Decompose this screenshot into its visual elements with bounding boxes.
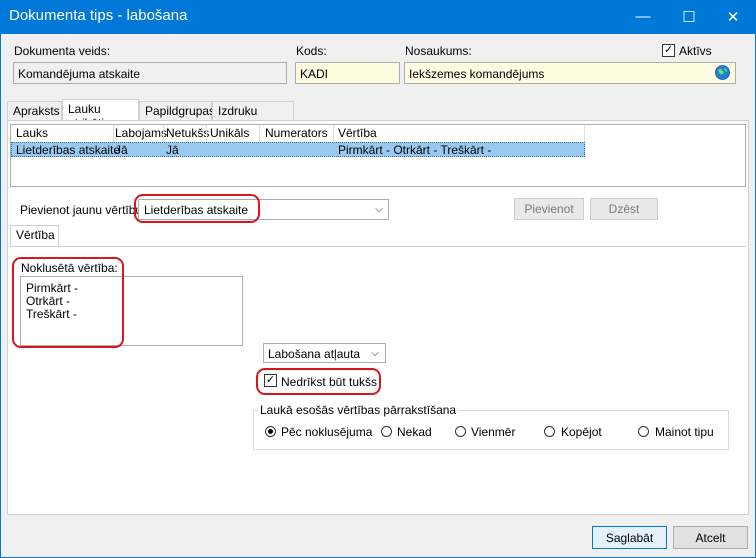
col-lauks[interactable]: Lauks bbox=[16, 126, 48, 142]
radio-label: Kopējot bbox=[561, 425, 602, 439]
add-value-label: Pievienot jaunu vērtību: bbox=[20, 203, 146, 217]
name-field[interactable]: Iekšzemes komandējums bbox=[404, 62, 736, 84]
tab-apraksts[interactable]: Apraksts bbox=[7, 101, 62, 120]
close-button[interactable]: ✕ bbox=[710, 0, 756, 33]
tab-izdruku-formas[interactable]: Izdruku formas bbox=[212, 101, 294, 132]
col-labojams[interactable]: Labojams bbox=[115, 126, 167, 142]
radio-label: Vienmēr bbox=[471, 425, 516, 439]
title-bar: Dokumenta tips - labošana — ☐ ✕ bbox=[0, 0, 756, 33]
tab-vertiba[interactable]: Vērtība bbox=[10, 225, 59, 247]
highlight-ring bbox=[134, 194, 260, 223]
cell-labojams: Jā bbox=[115, 143, 128, 157]
minimize-button[interactable]: — bbox=[620, 0, 666, 33]
cell-vertiba: Pirmkārt - Otrkārt - Treškārt - bbox=[338, 143, 492, 157]
save-button[interactable]: Saglabāt bbox=[592, 526, 667, 549]
radio-kopejot[interactable] bbox=[544, 426, 555, 437]
radio-label: Pēc noklusējuma bbox=[281, 425, 373, 439]
maximize-button[interactable]: ☐ bbox=[666, 0, 712, 33]
tab-papildgrupas[interactable]: Papildgrupas bbox=[139, 101, 215, 120]
overwrite-group-title: Laukā esošās vērtības pārrakstīšana bbox=[258, 403, 459, 417]
radio-pec-noklusejuma[interactable] bbox=[265, 426, 276, 437]
radio-mainot-tipu[interactable] bbox=[638, 426, 649, 437]
highlight-ring bbox=[256, 368, 381, 395]
active-checkbox[interactable]: ✓ bbox=[662, 44, 675, 57]
name-label: Nosaukums: bbox=[405, 44, 472, 58]
cell-lauks: Lietderības atskaite bbox=[16, 143, 121, 157]
doc-type-label: Dokumenta veids: bbox=[14, 44, 111, 58]
cell-netukss: Jā bbox=[166, 143, 179, 157]
doc-type-field: Komandējuma atskaite bbox=[13, 62, 287, 84]
radio-label: Nekad bbox=[397, 425, 432, 439]
active-label: Aktīvs bbox=[679, 44, 712, 58]
radio-nekad[interactable] bbox=[381, 426, 392, 437]
col-netukss[interactable]: Netukšs bbox=[166, 126, 209, 142]
code-label: Kods: bbox=[296, 44, 327, 58]
chevron-down-icon[interactable]: ⌵ bbox=[368, 346, 382, 360]
code-field[interactable]: KADI bbox=[295, 62, 400, 84]
chevron-down-icon[interactable]: ⌵ bbox=[372, 202, 386, 216]
radio-vienmer[interactable] bbox=[455, 426, 466, 437]
tab-lauku-atributi[interactable]: Lauku atribūti bbox=[62, 99, 139, 130]
radio-label: Mainot tipu bbox=[655, 425, 714, 439]
window-title: Dokumenta tips - labošana bbox=[9, 7, 188, 24]
col-numerators[interactable]: Numerators bbox=[265, 126, 328, 142]
globe-icon[interactable] bbox=[715, 65, 730, 80]
add-button[interactable]: Pievienot bbox=[514, 198, 584, 220]
delete-button[interactable]: Dzēst bbox=[590, 198, 658, 220]
cancel-button[interactable]: Atcelt bbox=[673, 526, 748, 549]
col-unikals[interactable]: Unikāls bbox=[210, 126, 249, 142]
col-vertiba[interactable]: Vērtība bbox=[338, 126, 377, 142]
highlight-ring bbox=[12, 257, 124, 348]
